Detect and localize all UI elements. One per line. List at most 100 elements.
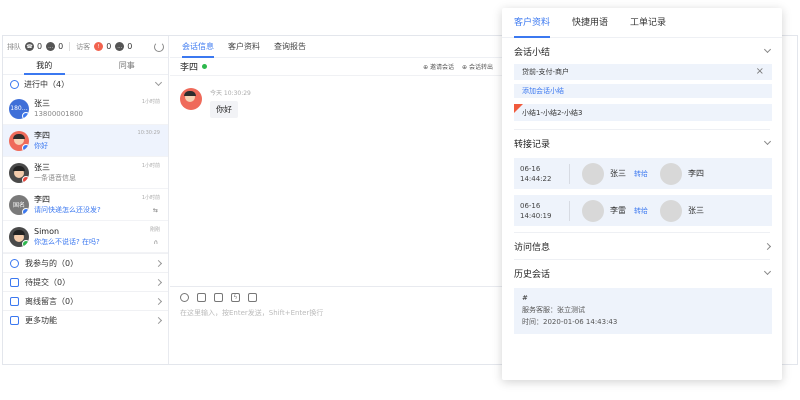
agent-name: 张三: [688, 206, 704, 215]
avatar: [582, 162, 604, 185]
session-item[interactable]: Simon 你怎么不说话? 在吗? 刚刚 ∩: [3, 221, 168, 253]
chevron-down-icon: [763, 137, 772, 146]
message-time: 今天 10:30:29: [210, 90, 251, 97]
visitor-chat-icon: …: [115, 42, 125, 51]
in-progress-icon: [10, 79, 19, 89]
session-preview: 你怎么不说话? 在吗?: [34, 238, 100, 246]
visit-info-section-header[interactable]: 访问信息: [502, 233, 782, 259]
message-input[interactable]: 在这里输入，按Enter发送，Shift+Enter换行: [170, 306, 503, 320]
chevron-right-icon: [154, 297, 163, 305]
contact-name: 李四: [180, 63, 199, 73]
offline-message-icon: [10, 296, 19, 306]
tab-customer-profile[interactable]: 客户资料: [228, 36, 260, 57]
message-bubble: 你好: [210, 101, 238, 118]
history-id: #: [522, 294, 528, 302]
lightning-icon[interactable]: ϟ: [231, 293, 240, 302]
folder-icon[interactable]: [214, 293, 223, 302]
avatar: [9, 226, 29, 247]
transfer-flag-icon: ⇆: [152, 207, 158, 214]
phone-icon: ☎: [25, 42, 34, 51]
chat-bubble-icon: …: [46, 42, 56, 51]
channel-badge-icon: [22, 239, 29, 247]
chat-header: 李四 邀请会话 会话转出: [170, 58, 503, 76]
session-item[interactable]: 180… 张三 13800001800 1小时前: [3, 93, 168, 125]
session-time: 1小时前: [141, 99, 160, 105]
session-item[interactable]: 张三 一条语音信息 1小时前: [3, 157, 168, 189]
avatar: [660, 199, 682, 222]
transfer-session-button[interactable]: 会话转出: [462, 62, 493, 71]
chevron-down-icon: [763, 267, 772, 276]
session-name: Simon: [34, 227, 60, 236]
transfer-to-label: 转给: [634, 169, 648, 178]
transfer-timestamp: 06-16 14:40:19: [520, 200, 570, 221]
session-preview: 13800001800: [34, 110, 83, 118]
chevron-down-icon: [763, 45, 772, 54]
tab-customer-info[interactable]: 客户资料: [514, 12, 551, 38]
transfer-date: 06-16: [520, 164, 541, 173]
channel-badge-icon: [22, 207, 29, 215]
menu-pending-submit[interactable]: 待提交（0）: [3, 272, 168, 291]
menu-label: 我参与的（0）: [25, 258, 79, 268]
chevron-down-icon: [154, 78, 163, 87]
channel-badge-icon: [22, 143, 29, 151]
refresh-icon[interactable]: [154, 41, 164, 52]
message-item: 今天 10:30:29 你好: [180, 88, 251, 118]
tab-quick-phrases[interactable]: 快捷用语: [572, 12, 608, 37]
tab-query-report[interactable]: 查询报告: [274, 36, 306, 57]
avatar: [660, 162, 682, 185]
headset-icon: ∩: [153, 239, 158, 246]
session-owner-tabs: 我的 同事: [3, 58, 168, 75]
history-session-card[interactable]: # 服务客服：张立测试 时间：2020-01-06 14:43:43: [514, 288, 772, 334]
transfer-record: 06-16 14:44:22 张三 转给 李四: [514, 158, 772, 189]
screenshot-icon[interactable]: [248, 293, 257, 302]
menu-offline-messages[interactable]: 离线留言（0）: [3, 291, 168, 310]
tab-colleagues[interactable]: 同事: [86, 58, 169, 74]
session-time: 10:30:29: [137, 130, 160, 136]
queue-stats-bar: 排队 ☎ 0 … 0 访客 ! 0 … 0: [3, 36, 168, 58]
transfer-to-label: 转给: [634, 206, 648, 215]
invite-session-button[interactable]: 邀请会话: [423, 62, 454, 71]
session-item-active[interactable]: 李四 你好 10:30:29: [3, 125, 168, 157]
avatar-label: 180…: [10, 105, 28, 112]
transfer-section-header[interactable]: 转接记录: [502, 130, 782, 156]
panel-tabs: 客户资料 快捷用语 工单记录: [502, 8, 782, 38]
tab-mine[interactable]: 我的: [3, 58, 86, 75]
channel-badge-icon: [22, 111, 29, 119]
queue-chat-count: 0: [58, 42, 64, 51]
session-item[interactable]: 国名 李四 请问快递怎么还没发? 1小时前 ⇆: [3, 189, 168, 221]
summary-tag: 贷前-支付-商户 ×: [514, 64, 772, 80]
in-progress-label: 进行中（4）: [24, 79, 70, 89]
menu-participated[interactable]: 我参与的（0）: [3, 253, 168, 272]
composer-toolbar: ϟ: [170, 287, 503, 306]
menu-more-features[interactable]: 更多功能: [3, 310, 168, 329]
in-progress-group-header[interactable]: 进行中（4）: [3, 75, 168, 93]
composer: ϟ 在这里输入，按Enter发送，Shift+Enter换行: [170, 286, 503, 364]
image-icon[interactable]: [197, 293, 206, 302]
customer-info-panel: 客户资料 快捷用语 工单记录 会话小结 贷前-支付-商户 × 添加会话小结 小结…: [502, 8, 782, 380]
visit-title: 访问信息: [514, 242, 551, 253]
session-time: 刚刚: [149, 227, 160, 233]
transfer-from: 李雷: [582, 199, 626, 222]
transfer-time: 14:44:22: [520, 174, 552, 183]
emoji-icon[interactable]: [180, 293, 189, 302]
message-list: 今天 10:30:29 你好: [170, 76, 503, 286]
transfer-timestamp: 06-16 14:44:22: [520, 163, 570, 184]
session-sidebar: 排队 ☎ 0 … 0 访客 ! 0 … 0 我的 同事 进行中（4） 180… 张三 1…: [3, 36, 169, 364]
chat-area: 会话信息 客户资料 查询报告 李四 邀请会话 会话转出 今天 10:30:29 …: [170, 36, 503, 364]
session-preview: 一条语音信息: [34, 174, 76, 182]
session-time: 1小时前: [141, 163, 160, 169]
summary-section-header[interactable]: 会话小结: [502, 38, 782, 64]
close-icon[interactable]: ×: [756, 67, 764, 77]
history-section-header[interactable]: 历史会话: [502, 260, 782, 286]
tab-ticket-records[interactable]: 工单记录: [630, 12, 666, 37]
agent-name: 李雷: [610, 206, 626, 215]
add-summary-button[interactable]: 添加会话小结: [514, 84, 772, 98]
session-preview: 你好: [34, 142, 48, 150]
transfer-to: 李四: [660, 162, 704, 185]
queue-phone-count: 0: [37, 42, 43, 51]
channel-badge-icon: [22, 175, 29, 183]
visitor-alert-icon: !: [94, 42, 104, 51]
summary-title: 会话小结: [514, 47, 551, 58]
tab-session-info[interactable]: 会话信息: [182, 36, 214, 58]
visitor-count-a: 0: [106, 42, 112, 51]
